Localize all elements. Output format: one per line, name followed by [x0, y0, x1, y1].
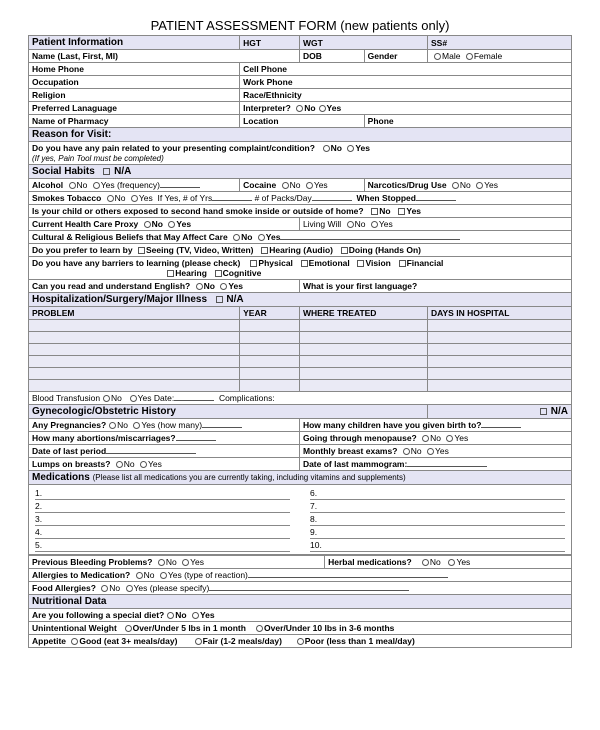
lang-label[interactable]: Preferred Lanaguage — [29, 102, 240, 115]
livingwill-row[interactable]: Living Will No Yes — [299, 218, 571, 231]
learn-row[interactable]: Do you prefer to learn by Seeing (TV, Vi… — [29, 244, 572, 257]
pharmacy-label[interactable]: Name of Pharmacy — [29, 115, 240, 128]
dob-label[interactable]: DOB — [299, 50, 364, 63]
breast-row[interactable]: Monthly breast exams? No Yes — [299, 445, 571, 458]
list-item: 8. — [310, 513, 565, 526]
alcohol-row[interactable]: Alcohol No Yes (frequency) — [29, 179, 240, 192]
lumps-row[interactable]: Lumps on breasts? No Yes — [29, 458, 300, 471]
table-row[interactable] — [29, 332, 240, 344]
nutri-header: Nutritional Data — [29, 595, 572, 609]
appetite-row[interactable]: Appetite Good (eat 3+ meals/day) Fair (1… — [29, 635, 572, 648]
medications-list[interactable]: 1. 2. 3. 4. 5. 6. 7. 8. 9. 10. — [28, 485, 572, 555]
table-row[interactable] — [29, 368, 240, 380]
location-label[interactable]: Location — [240, 115, 365, 128]
race-label[interactable]: Race/Ethnicity — [240, 89, 572, 102]
workphone-label[interactable]: Work Phone — [240, 76, 572, 89]
list-item: 5. — [35, 539, 290, 552]
gyn-na[interactable]: N/A — [428, 405, 572, 419]
list-item: 10. — [310, 539, 565, 552]
religion-label[interactable]: Religion — [29, 89, 240, 102]
reason-header: Reason for Visit: — [29, 128, 572, 142]
bleeding-row[interactable]: Previous Bleeding Problems? No Yes — [29, 556, 325, 569]
meds-questions: Previous Bleeding Problems? No Yes Herba… — [28, 555, 572, 648]
abort-row[interactable]: How many abortions/miscarriages? — [29, 432, 300, 445]
table-row[interactable] — [29, 344, 240, 356]
form-title: PATIENT ASSESSMENT FORM (new patients on… — [28, 18, 572, 33]
col-where: WHERE TREATED — [299, 307, 427, 320]
list-item: 7. — [310, 500, 565, 513]
proxy-row[interactable]: Current Health Care Proxy No Yes — [29, 218, 300, 231]
period-row[interactable]: Date of last period — [29, 445, 300, 458]
meno-row[interactable]: Going through menopause? No Yes — [299, 432, 571, 445]
firstlang-row[interactable]: What is your first language? — [299, 280, 571, 293]
list-item: 9. — [310, 526, 565, 539]
english-row[interactable]: Can you read and understand English? No … — [29, 280, 300, 293]
weight-row[interactable]: Unintentional Weight Over/Under 5 lbs in… — [29, 622, 572, 635]
allergy-row[interactable]: Allergies to Medication? No Yes (type of… — [29, 569, 572, 582]
list-item: 1. — [35, 487, 290, 500]
interp-label[interactable]: Interpreter? NoYes — [240, 102, 572, 115]
list-item: 6. — [310, 487, 565, 500]
pain-question[interactable]: Do you have any pain related to your pre… — [29, 142, 572, 165]
tobacco-row[interactable]: Smokes Tobacco No Yes If Yes, # of Yrs #… — [29, 192, 572, 205]
secondhand-row[interactable]: Is your child or others exposed to secon… — [29, 205, 572, 218]
diet-row[interactable]: Are you following a special diet?No Yes — [29, 609, 572, 622]
col-problem: PROBLEM — [29, 307, 240, 320]
pharm-phone-label[interactable]: Phone — [364, 115, 571, 128]
list-item: 4. — [35, 526, 290, 539]
wgt-label: WGT — [299, 36, 427, 50]
list-item: 3. — [35, 513, 290, 526]
barriers-row[interactable]: Do you have any barriers to learning (pl… — [29, 257, 572, 280]
ss-label: SS# — [428, 36, 572, 50]
beliefs-row[interactable]: Cultural & Religious Beliefs that May Af… — [29, 231, 572, 244]
herbal-row[interactable]: Herbal medications? No Yes — [325, 556, 572, 569]
table-row[interactable] — [29, 380, 240, 392]
gender-label: Gender — [364, 50, 427, 63]
patient-info-section: Patient Information HGT WGT SS# Name (La… — [28, 35, 572, 485]
narcotics-row[interactable]: Narcotics/Drug Use No Yes — [364, 179, 571, 192]
hosp-header: Hospitalization/Surgery/Major Illness N/… — [29, 293, 572, 307]
mammo-row[interactable]: Date of last mammogram: — [299, 458, 571, 471]
cocaine-row[interactable]: Cocaine No Yes — [240, 179, 365, 192]
table-row[interactable] — [29, 356, 240, 368]
gyn-header: Gynecologic/Obstetric History — [29, 405, 428, 419]
col-year: YEAR — [240, 307, 300, 320]
social-header: Social Habits N/A — [29, 165, 572, 179]
blood-row[interactable]: Blood TransfusionNo Yes Date: Complicati… — [29, 392, 572, 405]
cellphone-label[interactable]: Cell Phone — [240, 63, 572, 76]
name-label[interactable]: Name (Last, First, MI) — [29, 50, 300, 63]
list-item: 2. — [35, 500, 290, 513]
col-days: DAYS IN HOSPITAL — [428, 307, 572, 320]
food-row[interactable]: Food Allergies? No Yes (please specify) — [29, 582, 572, 595]
meds-header: Medications (Please list all medications… — [29, 471, 572, 485]
occupation-label[interactable]: Occupation — [29, 76, 240, 89]
preg-row[interactable]: Any Pregnancies?No Yes (how many) — [29, 419, 300, 432]
homephone-label[interactable]: Home Phone — [29, 63, 240, 76]
table-row[interactable] — [29, 320, 240, 332]
children-row[interactable]: How many children have you given birth t… — [299, 419, 571, 432]
hgt-label: HGT — [240, 36, 300, 50]
patient-info-header: Patient Information — [29, 36, 240, 50]
gender-options[interactable]: Male Female — [428, 50, 572, 63]
